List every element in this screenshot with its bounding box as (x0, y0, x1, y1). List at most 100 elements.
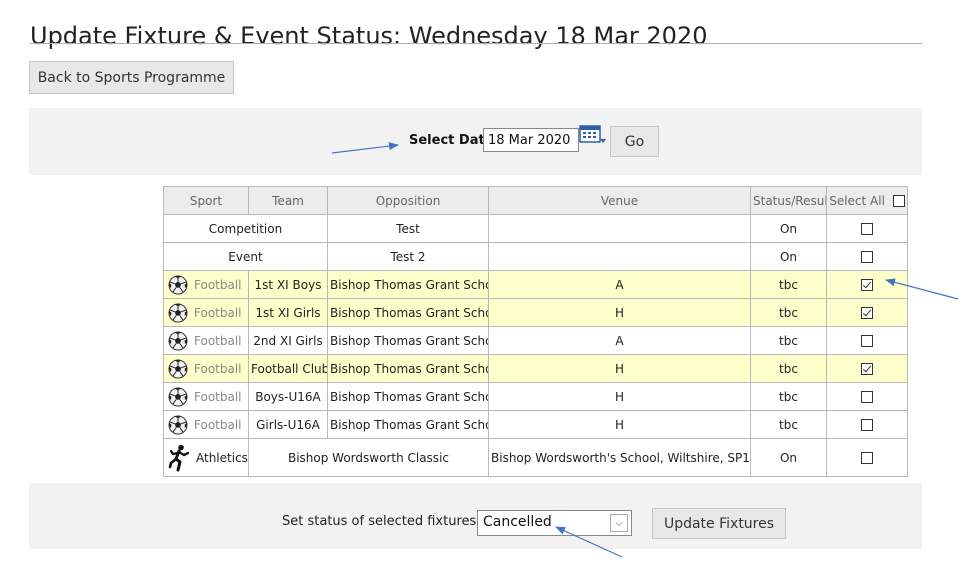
fixtures-table: Sport Team Opposition Venue Status/Resul… (163, 186, 908, 477)
table-header-row: Sport Team Opposition Venue Status/Resul… (163, 186, 908, 215)
row-sport: Athletics (196, 450, 248, 465)
row-select-checkbox[interactable] (861, 251, 873, 263)
row-sport-cell: Football (163, 326, 249, 355)
table-row: Football Boys-U16A Bishop Thomas Grant S… (163, 382, 908, 411)
row-opposition: Test 2 (327, 242, 489, 271)
chevron-down-icon[interactable]: ⌵ (610, 514, 628, 532)
row-status: On (750, 438, 827, 477)
column-header-status: Status/Result (750, 186, 827, 215)
row-sport-cell: Football (163, 354, 249, 383)
row-team: Football Club (248, 354, 328, 383)
row-venue: A (488, 326, 751, 355)
title-divider (30, 43, 922, 44)
select-all-checkbox[interactable] (892, 195, 905, 207)
row-venue (488, 242, 751, 271)
table-row: Athletics Bishop Wordsworth Classic Bish… (163, 438, 908, 477)
table-row: Football 1st XI Boys Bishop Thomas Grant… (163, 270, 908, 299)
row-team: 2nd XI Girls (248, 326, 328, 355)
row-status: On (750, 242, 827, 271)
row-status: tbc (750, 382, 827, 411)
row-venue: H (488, 410, 751, 439)
column-header-team: Team (248, 186, 328, 215)
football-icon (168, 275, 188, 295)
column-header-select-all: Select All (826, 186, 908, 215)
column-header-sport: Sport (163, 186, 249, 215)
table-row: Football Football Club Bishop Thomas Gra… (163, 354, 908, 383)
row-venue: H (488, 382, 751, 411)
row-opposition: Bishop Thomas Grant School (327, 326, 489, 355)
date-input[interactable] (483, 128, 579, 152)
row-opposition: Test (327, 214, 489, 243)
column-header-opposition: Opposition (327, 186, 489, 215)
row-sport-cell: Football (163, 298, 249, 327)
row-venue: Bishop Wordsworth's School, Wiltshire, S… (488, 438, 751, 477)
select-date-label: Select Date (409, 133, 494, 148)
row-select-checkbox[interactable] (861, 363, 873, 375)
row-sport: Football (194, 417, 242, 432)
table-row: Competition Test On (163, 214, 908, 243)
row-select-checkbox[interactable] (861, 419, 873, 431)
row-team: 1st XI Girls (248, 298, 328, 327)
row-sport: Competition (163, 214, 328, 243)
update-fixtures-button[interactable]: Update Fixtures (652, 508, 786, 539)
football-icon (168, 331, 188, 351)
date-select-panel: Select Date Go (29, 108, 922, 175)
calendar-icon[interactable] (579, 125, 607, 145)
row-select-cell (826, 298, 908, 327)
row-sport: Football (194, 277, 242, 292)
row-select-cell (826, 438, 908, 477)
column-header-venue: Venue (488, 186, 751, 215)
row-venue: H (488, 354, 751, 383)
table-row: Football Girls-U16A Bishop Thomas Grant … (163, 410, 908, 439)
row-sport: Event (163, 242, 328, 271)
row-sport-cell: Football (163, 382, 249, 411)
row-sport: Football (194, 361, 242, 376)
row-select-checkbox[interactable] (861, 452, 873, 464)
football-icon (168, 387, 188, 407)
go-button[interactable]: Go (610, 126, 659, 157)
row-opposition: Bishop Thomas Grant School (327, 270, 489, 299)
status-select[interactable]: Cancelled ⌵ (477, 510, 632, 536)
back-to-programme-button[interactable]: Back to Sports Programme (29, 61, 234, 94)
runner-icon (168, 444, 190, 472)
row-sport-cell: Football (163, 270, 249, 299)
status-select-value: Cancelled (483, 514, 552, 530)
row-select-cell (826, 410, 908, 439)
page-title: Update Fixture & Event Status: Wednesday… (30, 22, 708, 51)
row-select-checkbox[interactable] (861, 335, 873, 347)
row-select-checkbox[interactable] (861, 391, 873, 403)
row-opposition: Bishop Thomas Grant School (327, 298, 489, 327)
row-status: tbc (750, 410, 827, 439)
row-sport-cell: Football (163, 410, 249, 439)
row-status: On (750, 214, 827, 243)
table-row: Football 1st XI Girls Bishop Thomas Gran… (163, 298, 908, 327)
row-sport-cell: Athletics (163, 438, 249, 477)
set-status-panel: Set status of selected fixtures to: Canc… (29, 483, 922, 549)
row-select-checkbox[interactable] (861, 307, 873, 319)
row-opposition: Bishop Thomas Grant School (327, 354, 489, 383)
row-sport: Football (194, 305, 242, 320)
row-team: 1st XI Boys (248, 270, 328, 299)
row-status: tbc (750, 354, 827, 383)
row-select-checkbox[interactable] (861, 223, 873, 235)
football-icon (168, 303, 188, 323)
row-select-cell (826, 270, 908, 299)
football-icon (168, 415, 188, 435)
row-venue: H (488, 298, 751, 327)
row-status: tbc (750, 270, 827, 299)
table-row: Football 2nd XI Girls Bishop Thomas Gran… (163, 326, 908, 355)
row-team: Girls-U16A (248, 410, 328, 439)
row-select-checkbox[interactable] (861, 279, 873, 291)
row-select-cell (826, 214, 908, 243)
row-status: tbc (750, 326, 827, 355)
row-opposition: Bishop Thomas Grant School (327, 382, 489, 411)
set-status-label: Set status of selected fixtures to: (282, 514, 498, 529)
row-select-cell (826, 326, 908, 355)
row-select-cell (826, 242, 908, 271)
row-status: tbc (750, 298, 827, 327)
row-venue (488, 214, 751, 243)
row-opposition: Bishop Thomas Grant School (327, 410, 489, 439)
football-icon (168, 359, 188, 379)
row-sport: Football (194, 333, 242, 348)
row-venue: A (488, 270, 751, 299)
